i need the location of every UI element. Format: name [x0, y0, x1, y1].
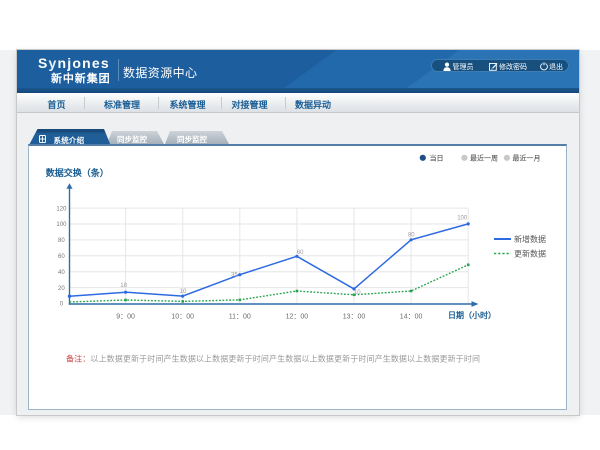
svg-text:数据交换（条）: 数据交换（条）	[46, 167, 109, 178]
svg-text:40: 40	[58, 270, 65, 276]
svg-text:备注：以上数据更新于时间产生数据以上数据更新于时间产生数据以: 备注：以上数据更新于时间产生数据以上数据更新于时间产生数据以上数据更新于时间产生…	[66, 354, 480, 364]
svg-text:100: 100	[457, 215, 468, 221]
svg-text:更新数据: 更新数据	[514, 249, 546, 259]
svg-text:11：00: 11：00	[229, 314, 251, 321]
svg-text:80: 80	[58, 238, 65, 244]
svg-text:最近一月: 最近一月	[513, 153, 541, 162]
svg-text:10: 10	[180, 289, 187, 295]
svg-text:0: 0	[60, 302, 64, 308]
svg-text:60: 60	[297, 250, 304, 256]
svg-text:13：00: 13：00	[343, 314, 366, 321]
svg-text:日期（小时）: 日期（小时）	[448, 310, 496, 320]
svg-text:10: 10	[354, 290, 361, 296]
svg-text:14：00: 14：00	[400, 314, 423, 321]
svg-text:9：00: 9：00	[116, 314, 135, 321]
svg-text:60: 60	[58, 254, 65, 260]
svg-text:20: 20	[58, 286, 65, 292]
svg-text:100: 100	[56, 222, 67, 228]
svg-text:新增数据: 新增数据	[514, 234, 546, 244]
svg-text:最近一周: 最近一周	[470, 153, 498, 162]
svg-text:35: 35	[231, 272, 238, 278]
svg-text:18: 18	[120, 283, 127, 289]
svg-text:120: 120	[56, 206, 67, 212]
svg-text:当日: 当日	[430, 153, 444, 162]
svg-text:80: 80	[408, 232, 415, 238]
svg-text:10：00: 10：00	[171, 314, 194, 321]
svg-text:12：00: 12：00	[286, 314, 309, 321]
